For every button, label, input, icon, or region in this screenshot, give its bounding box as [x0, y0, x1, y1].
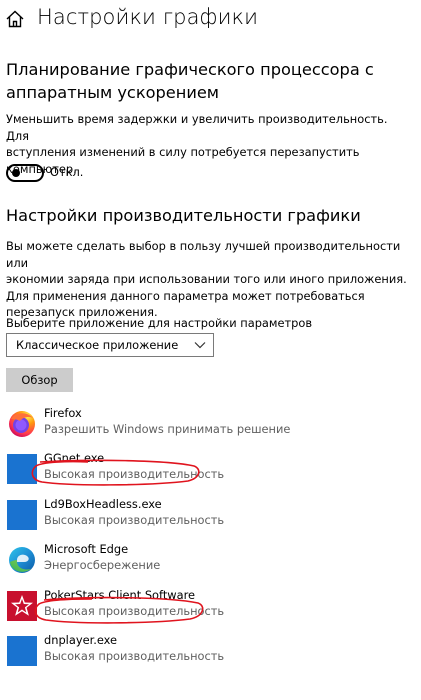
gpu-scheduling-title-line1: Планирование графического процессора с [6, 60, 374, 79]
app-setting: Высокая производительность [44, 649, 225, 663]
app-item-dnplayer[interactable]: dnplayer.exe Высокая производительность [0, 633, 421, 673]
browse-button[interactable]: Обзор [6, 368, 73, 392]
app-type-dropdown-value: Классическое приложение [16, 338, 179, 352]
app-setting: Разрешить Windows принимать решение [44, 422, 291, 436]
pokerstars-icon [7, 591, 37, 621]
app-item-ld9boxheadless[interactable]: Ld9BoxHeadless.exe Высокая производитель… [0, 497, 421, 537]
perf-settings-title: Настройки производительности графики [6, 206, 361, 225]
perf-desc-line2: экономии заряда при использовании того и… [6, 272, 407, 286]
gpu-desc-line2: вступления изменений в силу потребуется … [6, 145, 360, 159]
perf-settings-description: Вы можете сделать выбор в пользу лучшей … [6, 238, 411, 321]
gpu-scheduling-toggle-row: Откл. [6, 164, 206, 184]
generic-app-icon [7, 636, 37, 666]
app-setting: Высокая производительность [44, 513, 225, 527]
app-name: Ld9BoxHeadless.exe [44, 497, 162, 511]
firefox-icon [7, 409, 37, 439]
app-name: dnplayer.exe [44, 633, 118, 647]
chevron-down-icon [194, 342, 206, 349]
app-setting: Высокая производительность [44, 467, 225, 481]
generic-app-icon [7, 500, 37, 530]
gpu-scheduling-title: Планирование графического процессора с а… [6, 58, 411, 104]
gpu-scheduling-title-line2: аппаратным ускорением [6, 83, 220, 102]
perf-desc-line1: Вы можете сделать выбор в пользу лучшей … [6, 239, 401, 270]
edge-icon [7, 545, 37, 575]
app-type-dropdown[interactable]: Классическое приложение [6, 333, 214, 357]
app-item-pokerstars[interactable]: PokerStars Client Software Высокая произ… [0, 588, 421, 628]
gpu-scheduling-toggle[interactable] [6, 164, 44, 182]
app-name: PokerStars Client Software [44, 588, 196, 602]
toggle-state-label: Откл. [50, 165, 84, 179]
select-app-label: Выберите приложение для настройки параме… [6, 316, 313, 330]
home-icon[interactable] [4, 8, 26, 30]
toggle-knob [12, 169, 20, 177]
perf-desc-line3: Для применения данного параметра может п… [6, 288, 365, 303]
page-header: Настройки графики [0, 0, 421, 44]
app-item-edge[interactable]: Microsoft Edge Энергосбережение [0, 542, 421, 582]
app-setting: Высокая производительность [44, 604, 225, 618]
app-item-ggnet[interactable]: GGnet.exe Высокая производительность [0, 451, 421, 491]
page-title: Настройки графики [37, 5, 259, 29]
generic-app-icon [7, 454, 37, 484]
gpu-desc-line1: Уменьшить время задержки и увеличить про… [6, 112, 388, 143]
app-setting: Энергосбережение [44, 558, 161, 572]
app-item-firefox[interactable]: Firefox Разрешить Windows принимать реше… [0, 406, 421, 446]
app-name: GGnet.exe [44, 451, 105, 465]
app-name: Microsoft Edge [44, 542, 129, 556]
app-name: Firefox [44, 406, 82, 420]
